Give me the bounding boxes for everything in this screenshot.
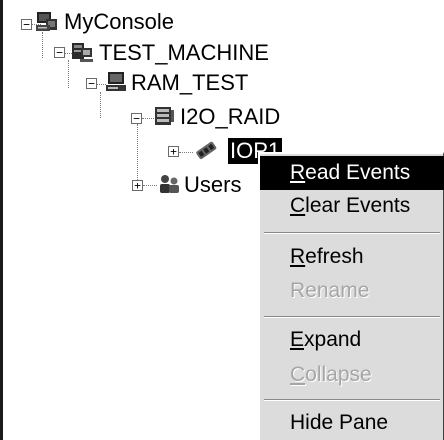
menu-accelerator: E [290, 328, 305, 351]
menu-item-label: lear Events [305, 194, 411, 217]
tree-connector [143, 185, 157, 186]
menu-accelerator: R [290, 161, 306, 184]
expand-toggle-users[interactable]: + [132, 180, 143, 191]
menu-item-hide-pane[interactable]: Hide Pane [260, 406, 444, 440]
menu-accelerator: R [290, 245, 306, 268]
menu-item-rename: Rename [260, 274, 444, 308]
tree-node-label[interactable]: I2O_RAID [180, 104, 280, 130]
tree-node-label[interactable]: RAM_TEST [131, 70, 248, 96]
menu-item-label: ead Events [305, 161, 411, 184]
raid-icon [152, 104, 176, 128]
tree-connector [179, 152, 193, 153]
controller-icon [194, 138, 218, 162]
collapse-toggle-myconsole[interactable]: − [21, 19, 32, 30]
tree-node-label[interactable]: TEST_MACHINE [99, 40, 269, 66]
menu-item-label: xpand [304, 328, 362, 351]
menu-accelerator: C [290, 194, 306, 217]
collapse-toggle-i2o-raid[interactable]: − [131, 113, 142, 124]
expand-toggle-iop1[interactable]: + [168, 146, 179, 157]
menu-accelerator: C [290, 363, 306, 386]
menu-item-refresh[interactable]: Refresh [260, 240, 444, 274]
tree-connector [137, 124, 138, 184]
computer-icon [104, 70, 128, 94]
collapse-toggle-ram-test[interactable]: − [86, 78, 97, 89]
menu-item-collapse: Collapse [260, 358, 444, 392]
tree-node-label[interactable]: Users [184, 172, 241, 198]
collapse-toggle-test-machine[interactable]: − [54, 47, 65, 58]
tree-connector [68, 60, 69, 88]
tree-node-label[interactable]: MyConsole [64, 9, 174, 35]
users-icon [157, 172, 181, 196]
menu-separator [264, 232, 440, 234]
pane-border [0, 0, 3, 440]
menu-item-label: ollapse [305, 363, 372, 386]
menu-separator [264, 316, 440, 318]
menu-separator [264, 399, 440, 401]
menu-item-label: Hide Pane [290, 411, 389, 434]
menu-item-expand[interactable]: Expand [260, 323, 444, 357]
console-icon [34, 10, 58, 34]
menu-item-read-events[interactable]: Read Events [260, 156, 444, 190]
context-menu: Read Events Clear Events Refresh Rename … [258, 152, 444, 440]
tree-connector [100, 92, 101, 118]
menu-item-label: efresh [305, 245, 364, 268]
menu-item-label: Rename [290, 279, 370, 302]
machine-icon [70, 40, 94, 64]
menu-item-clear-events[interactable]: Clear Events [260, 189, 444, 223]
tree-connector [42, 32, 43, 58]
